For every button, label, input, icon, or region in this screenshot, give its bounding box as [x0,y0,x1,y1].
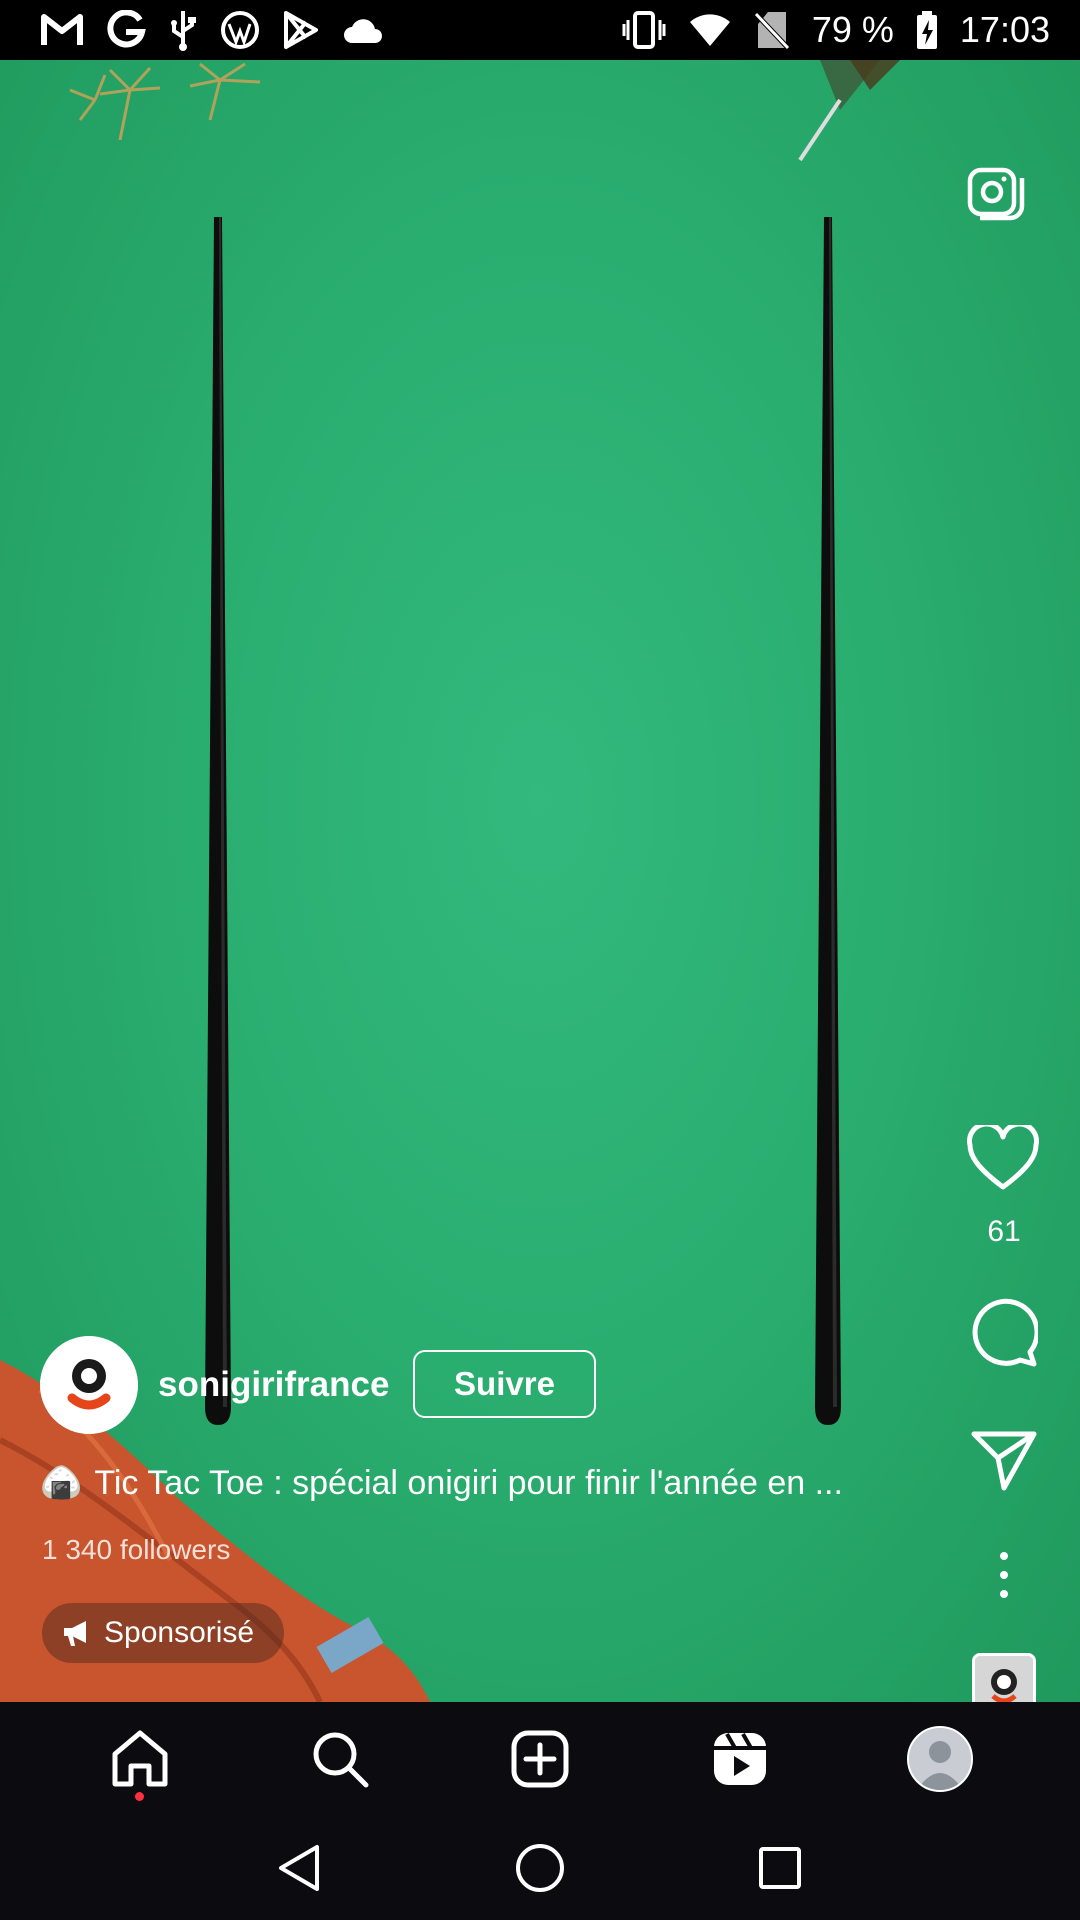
system-recents-button[interactable] [750,1838,810,1898]
clock: 17:03 [959,9,1050,50]
like-count: 61 [987,1215,1021,1248]
status-right-icons: 79 % 17:03 [622,9,1050,51]
play-store-icon [284,11,318,49]
more-options-icon[interactable] [990,1550,1018,1600]
search-icon [313,1732,369,1788]
caption[interactable]: 🍙 Tic Tac Toe : spécial onigiri pour fin… [40,1463,910,1503]
like-heart-icon[interactable] [966,1125,1040,1193]
notification-dot [135,1792,144,1801]
account-avatar[interactable] [40,1336,138,1434]
google-icon [107,10,146,48]
audio-avatar-icon [975,1656,1033,1702]
caption-text: Tic Tac Toe : spécial onigiri pour finir… [94,1463,843,1502]
no-sim-icon [754,12,790,50]
cloud-icon [344,19,382,43]
home-circle-icon [516,1844,564,1892]
back-triangle-icon [279,1845,319,1891]
battery-charging-icon [916,11,937,49]
status-bar: 79 % 17:03 [0,0,1080,60]
battery-percent: 79 % [811,9,894,50]
camera-icon[interactable] [966,162,1026,222]
nav-reels[interactable] [700,1719,780,1799]
vibrate-icon [622,11,666,49]
recents-square-icon [759,1847,801,1889]
chopstick-right [815,217,841,1425]
nav-home[interactable] [100,1719,180,1801]
status-left-icons [40,9,384,51]
nav-profile[interactable] [900,1719,980,1799]
caption-emoji: 🍙 [40,1464,83,1502]
comment-bubble-icon[interactable] [968,1298,1038,1368]
chopstick-left [205,217,231,1425]
share-paper-plane-icon[interactable] [970,1430,1038,1492]
default-user-icon [909,1728,971,1790]
system-back-button[interactable] [270,1838,330,1898]
plant-decoration [69,62,261,141]
usb-icon [171,11,196,51]
sponsored-label: Sponsorisé [104,1616,255,1649]
system-navigation [0,1816,1080,1920]
bottom-navigation [0,1702,1080,1816]
gmail-icon [41,14,83,45]
sponsored-badge[interactable]: Sponsorisé [42,1603,285,1663]
wordpress-icon [221,11,259,49]
megaphone-icon [64,1621,86,1646]
nav-search[interactable] [300,1719,380,1799]
create-plus-icon [511,1730,569,1788]
reels-icon [714,1733,766,1785]
followers-count: 1 340 followers [42,1534,231,1565]
profile-avatar [907,1726,973,1792]
reel-video[interactable]: 61 [0,60,1080,1702]
wifi-icon [689,14,730,46]
nav-create[interactable] [500,1719,580,1799]
home-icon [112,1730,168,1787]
follow-button[interactable]: Suivre [413,1350,596,1418]
corner-decoration [798,60,900,162]
audio-thumbnail[interactable] [972,1653,1036,1702]
system-home-button[interactable] [510,1838,570,1898]
onigiri-logo [40,1336,138,1434]
account-username[interactable]: sonigirifrance [158,1365,389,1405]
